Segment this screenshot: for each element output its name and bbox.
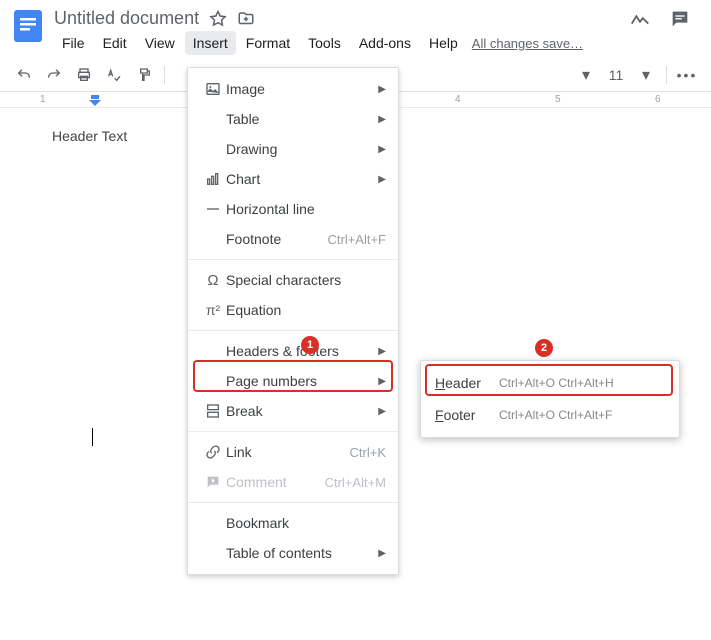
mi-label: Link: [226, 444, 350, 460]
menu-format[interactable]: Format: [238, 31, 298, 55]
link-icon: [200, 444, 226, 460]
mi-page-numbers[interactable]: Page numbers ▶: [188, 366, 398, 396]
mi-chart[interactable]: Chart ▶: [188, 164, 398, 194]
omega-icon: Ω: [200, 272, 226, 289]
menu-tools[interactable]: Tools: [300, 31, 349, 55]
menu-separator: [188, 502, 398, 503]
smi-shortcut: Ctrl+Alt+O Ctrl+Alt+H: [499, 376, 614, 390]
ruler-mark: 4: [455, 94, 461, 105]
more-icon[interactable]: •••: [677, 65, 697, 85]
toolbar-sep: [164, 66, 165, 84]
mi-label: Bookmark: [226, 515, 386, 531]
smi-label: FFooterooter: [435, 407, 499, 423]
mi-label: Special characters: [226, 272, 386, 288]
docs-logo-icon[interactable]: [10, 8, 46, 44]
break-icon: [200, 403, 226, 419]
menu-edit[interactable]: Edit: [95, 31, 135, 55]
activity-icon[interactable]: [629, 8, 651, 30]
chevron-right-icon: ▶: [378, 144, 386, 155]
mi-label: Equation: [226, 302, 386, 318]
paint-format-icon[interactable]: [134, 65, 154, 85]
mi-table[interactable]: Table ▶: [188, 104, 398, 134]
star-icon[interactable]: [209, 10, 227, 28]
mi-label: Footnote: [226, 231, 327, 247]
menu-separator: [188, 259, 398, 260]
mi-break[interactable]: Break ▶: [188, 396, 398, 426]
mi-shortcut: Ctrl+K: [350, 445, 386, 460]
mi-label: Chart: [226, 171, 378, 187]
mi-label: Break: [226, 403, 378, 419]
menubar: File Edit View Insert Format Tools Add-o…: [54, 31, 629, 55]
redo-icon[interactable]: [44, 65, 64, 85]
menu-separator: [188, 330, 398, 331]
smi-header[interactable]: HHeadereader Ctrl+Alt+O Ctrl+Alt+H: [421, 367, 679, 399]
chevron-right-icon: ▶: [378, 406, 386, 417]
font-size-down-icon[interactable]: ▾: [576, 65, 596, 85]
mi-hline[interactable]: Horizontal line: [188, 194, 398, 224]
headers-footers-submenu: HHeadereader Ctrl+Alt+O Ctrl+Alt+H FFoot…: [420, 360, 680, 438]
mi-label: Image: [226, 81, 378, 97]
mi-shortcut: Ctrl+Alt+F: [327, 232, 386, 247]
mi-equation[interactable]: π² Equation: [188, 295, 398, 325]
mi-label: Table of contents: [226, 545, 378, 561]
menu-file[interactable]: File: [54, 31, 93, 55]
font-size-up-icon[interactable]: ▾: [636, 65, 656, 85]
chevron-right-icon: ▶: [378, 548, 386, 559]
insert-menu: Image ▶ Table ▶ Drawing ▶ Chart ▶ Horizo…: [187, 67, 399, 575]
comments-icon[interactable]: [669, 8, 691, 30]
callout-1: 1: [301, 336, 319, 354]
ruler-mark: 5: [555, 94, 561, 105]
menu-insert[interactable]: Insert: [185, 31, 236, 55]
smi-footer[interactable]: FFooterooter Ctrl+Alt+O Ctrl+Alt+F: [421, 399, 679, 431]
pi-icon: π²: [200, 302, 226, 318]
mi-drawing[interactable]: Drawing ▶: [188, 134, 398, 164]
move-icon[interactable]: [237, 10, 255, 28]
toolbar-sep: [666, 66, 667, 84]
indent-marker-icon[interactable]: [88, 95, 102, 107]
smi-label: HHeadereader: [435, 375, 499, 391]
undo-icon[interactable]: [14, 65, 34, 85]
ruler-mark: 6: [655, 94, 661, 105]
menu-separator: [188, 431, 398, 432]
image-icon: [200, 81, 226, 97]
hline-icon: [200, 201, 226, 217]
mi-label: Table: [226, 111, 378, 127]
mi-link[interactable]: Link Ctrl+K: [188, 437, 398, 467]
chevron-right-icon: ▶: [378, 376, 386, 387]
mi-image[interactable]: Image ▶: [188, 74, 398, 104]
menu-help[interactable]: Help: [421, 31, 466, 55]
save-status[interactable]: All changes save…: [472, 36, 583, 51]
comment-icon: [200, 474, 226, 490]
mi-toc[interactable]: Table of contents ▶: [188, 538, 398, 568]
mi-label: Drawing: [226, 141, 378, 157]
doc-title[interactable]: Untitled document: [54, 8, 199, 29]
spellcheck-icon[interactable]: [104, 65, 124, 85]
chevron-right-icon: ▶: [378, 114, 386, 125]
chevron-right-icon: ▶: [378, 174, 386, 185]
mi-comment: Comment Ctrl+Alt+M: [188, 467, 398, 497]
menu-view[interactable]: View: [137, 31, 183, 55]
menu-addons[interactable]: Add-ons: [351, 31, 419, 55]
mi-label: Horizontal line: [226, 201, 386, 217]
mi-label: Page numbers: [226, 373, 378, 389]
text-cursor: [92, 428, 93, 446]
mi-bookmark[interactable]: Bookmark: [188, 508, 398, 538]
chevron-right-icon: ▶: [378, 84, 386, 95]
smi-shortcut: Ctrl+Alt+O Ctrl+Alt+F: [499, 408, 612, 422]
chevron-right-icon: ▶: [378, 346, 386, 357]
mi-headers-footers[interactable]: Headers & footers ▶: [188, 336, 398, 366]
mi-label: Comment: [226, 474, 325, 490]
ruler-mark: 1: [40, 94, 46, 105]
font-size-value[interactable]: 11: [606, 67, 626, 83]
mi-special[interactable]: Ω Special characters: [188, 265, 398, 295]
mi-shortcut: Ctrl+Alt+M: [325, 475, 386, 490]
chart-icon: [200, 171, 226, 187]
print-icon[interactable]: [74, 65, 94, 85]
callout-2: 2: [535, 339, 553, 357]
mi-footnote[interactable]: Footnote Ctrl+Alt+F: [188, 224, 398, 254]
